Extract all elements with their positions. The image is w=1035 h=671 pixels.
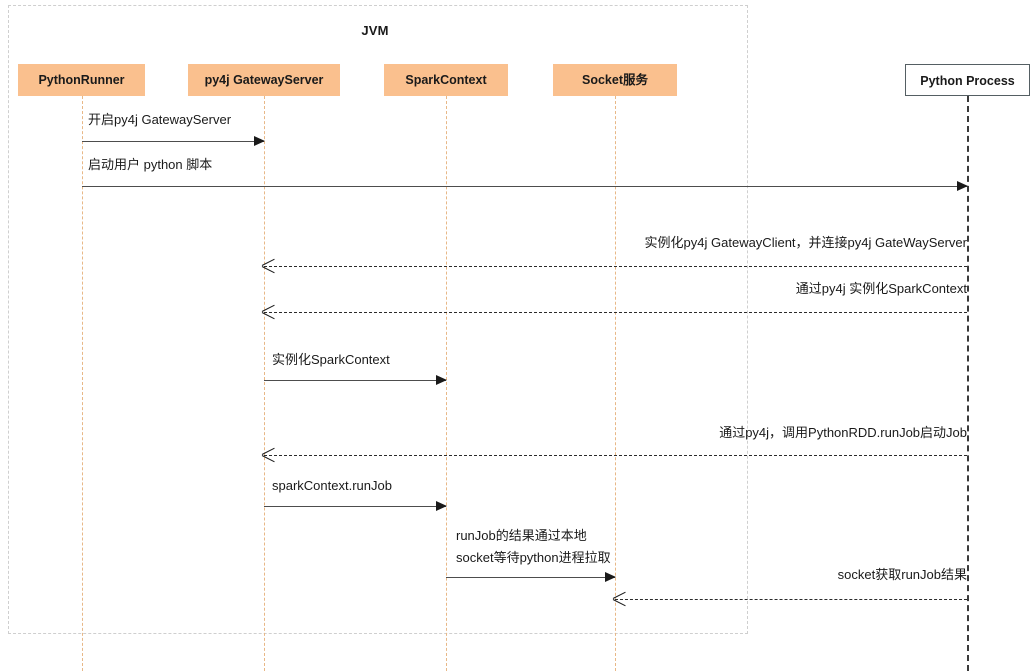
arrowhead-left-icon <box>262 305 275 319</box>
arrowhead-right-icon <box>605 572 616 582</box>
participant-label: py4j GatewayServer <box>204 73 324 87</box>
participant-python-runner[interactable]: PythonRunner <box>18 64 145 96</box>
message-line <box>264 266 967 267</box>
jvm-group-label: JVM <box>361 23 389 38</box>
message-label-m9: socket获取runJob结果 <box>837 567 967 582</box>
message-label-m6: 通过py4j，调用PythonRDD.runJob启动Job <box>719 425 967 440</box>
participant-label: SparkContext <box>405 73 487 87</box>
lifeline-py4j-gateway-server <box>264 96 265 671</box>
jvm-group-frame <box>8 5 748 634</box>
arrowhead-right-icon <box>254 136 265 146</box>
participant-label: Socket服务 <box>582 73 648 87</box>
arrowhead-left-icon <box>613 592 626 606</box>
message-line <box>82 186 967 187</box>
message-label-m8-line1: runJob的结果通过本地 <box>456 528 587 543</box>
participant-label: Python Process <box>920 74 1015 88</box>
message-line <box>264 380 446 381</box>
message-label-m8-line2: socket等待python进程拉取 <box>456 550 611 565</box>
sequence-diagram-canvas: JVM PythonRunner py4j GatewayServer Spar… <box>0 0 1035 671</box>
message-label-m1: 开启py4j GatewayServer <box>88 112 232 127</box>
arrowhead-left-icon <box>262 448 275 462</box>
arrowhead-right-icon <box>957 181 968 191</box>
message-line <box>264 455 967 456</box>
participant-py4j-gateway-server[interactable]: py4j GatewayServer <box>188 64 340 96</box>
message-label-m5: 实例化SparkContext <box>272 352 390 367</box>
lifeline-python-runner <box>82 96 83 671</box>
message-label-m7: sparkContext.runJob <box>272 478 392 493</box>
message-label-m3: 实例化py4j GatewayClient，并连接py4j GateWaySer… <box>644 235 967 250</box>
arrowhead-right-icon <box>436 501 447 511</box>
participant-python-process[interactable]: Python Process <box>905 64 1030 96</box>
message-label-m2: 启动用户 python 脚本 <box>88 157 213 172</box>
message-line <box>446 577 615 578</box>
arrowhead-left-icon <box>262 259 275 273</box>
participant-spark-context[interactable]: SparkContext <box>384 64 508 96</box>
message-line <box>82 141 264 142</box>
message-line <box>615 599 967 600</box>
arrowhead-right-icon <box>436 375 447 385</box>
lifeline-socket-service <box>615 96 616 671</box>
message-line <box>264 312 967 313</box>
participant-socket-service[interactable]: Socket服务 <box>553 64 677 96</box>
participant-label: PythonRunner <box>38 73 125 87</box>
message-label-m4: 通过py4j 实例化SparkContext <box>795 281 967 296</box>
message-line <box>264 506 446 507</box>
